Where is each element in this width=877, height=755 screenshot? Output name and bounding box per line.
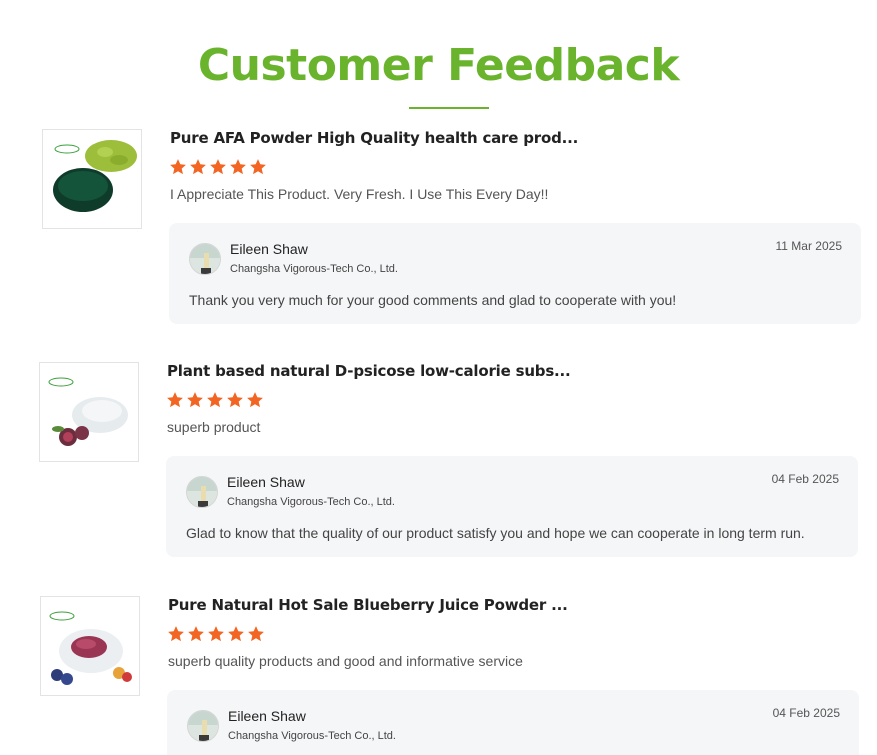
- reply-date: 11 Mar 2025: [775, 239, 843, 253]
- reply-text: Glad to know that the quality of our pro…: [186, 525, 805, 541]
- reply-author: Eileen Shaw: [228, 708, 306, 724]
- star-icon: [208, 626, 224, 642]
- product-thumbnail[interactable]: [39, 362, 139, 462]
- reply-company: Changsha Vigorous-Tech Co., Ltd.: [227, 496, 395, 508]
- review-comment: superb product: [167, 419, 261, 435]
- product-name[interactable]: Pure Natural Hot Sale Blueberry Juice Po…: [168, 596, 568, 614]
- seller-reply: Eileen Shaw Changsha Vigorous-Tech Co., …: [166, 456, 858, 557]
- reply-company: Changsha Vigorous-Tech Co., Ltd.: [230, 263, 398, 275]
- reply-author: Eileen Shaw: [227, 474, 305, 490]
- review-comment: I Appreciate This Product. Very Fresh. I…: [170, 186, 549, 202]
- reply-date: 04 Feb 2025: [771, 472, 839, 486]
- product-name[interactable]: Plant based natural D-psicose low-calori…: [167, 362, 571, 380]
- star-icon: [228, 626, 244, 642]
- star-icon: [248, 626, 264, 642]
- rating-stars: [167, 625, 265, 643]
- reply-text: Thank you very much for your good commen…: [189, 292, 677, 308]
- star-icon: [227, 392, 243, 408]
- star-icon: [210, 159, 226, 175]
- avatar: [189, 243, 221, 275]
- star-icon: [230, 159, 246, 175]
- seller-reply: Eileen Shaw Changsha Vigorous-Tech Co., …: [167, 690, 859, 755]
- title-underline: [409, 107, 489, 109]
- star-icon: [207, 392, 223, 408]
- avatar: [186, 476, 218, 508]
- review-comment: superb quality products and good and inf…: [168, 653, 523, 669]
- reply-company: Changsha Vigorous-Tech Co., Ltd.: [228, 730, 396, 742]
- product-thumbnail[interactable]: [40, 596, 140, 696]
- reply-date: 04 Feb 2025: [772, 706, 840, 720]
- avatar: [187, 710, 219, 742]
- star-icon: [250, 159, 266, 175]
- product-name[interactable]: Pure AFA Powder High Quality health care…: [170, 129, 578, 147]
- reply-author: Eileen Shaw: [230, 241, 308, 257]
- page-title: Customer Feedback: [197, 40, 680, 91]
- star-icon: [168, 626, 184, 642]
- star-icon: [190, 159, 206, 175]
- rating-stars: [166, 391, 264, 409]
- star-icon: [247, 392, 263, 408]
- star-icon: [167, 392, 183, 408]
- star-icon: [187, 392, 203, 408]
- star-icon: [170, 159, 186, 175]
- seller-reply: Eileen Shaw Changsha Vigorous-Tech Co., …: [169, 223, 861, 324]
- star-icon: [188, 626, 204, 642]
- product-thumbnail[interactable]: [42, 129, 142, 229]
- rating-stars: [169, 158, 267, 176]
